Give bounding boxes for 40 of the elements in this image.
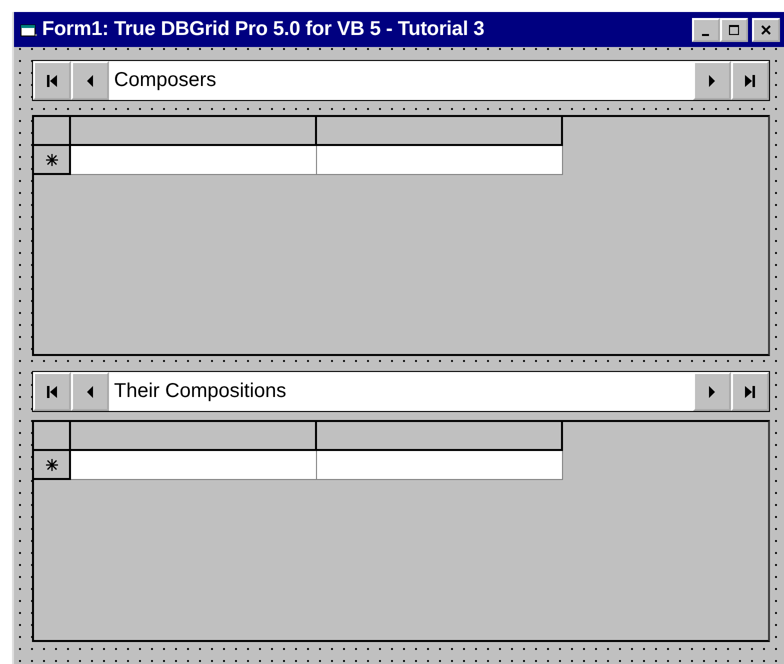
new-row-icon <box>44 458 58 472</box>
previous-record-button[interactable] <box>71 372 109 411</box>
last-record-icon <box>744 384 756 398</box>
last-record-button[interactable] <box>731 372 769 411</box>
maximize-button[interactable] <box>720 18 748 42</box>
form-icon <box>20 22 38 38</box>
close-icon <box>760 24 772 36</box>
table-cell[interactable] <box>71 146 317 175</box>
data-control-caption: Composers <box>113 69 218 92</box>
table-cell[interactable] <box>317 451 563 480</box>
maximize-icon <box>728 24 740 36</box>
next-record-button[interactable] <box>693 61 731 100</box>
record-selector[interactable] <box>34 146 71 175</box>
last-record-button[interactable] <box>731 61 769 100</box>
table-cell[interactable] <box>317 146 563 175</box>
first-record-button[interactable] <box>33 61 71 100</box>
column-header[interactable] <box>317 422 563 451</box>
previous-record-icon <box>85 74 95 88</box>
previous-record-icon <box>85 384 95 398</box>
data-control[interactable]: Their Compositions <box>32 371 770 412</box>
table-cell[interactable] <box>71 451 317 480</box>
next-record-icon <box>707 384 717 398</box>
column-header[interactable] <box>317 117 563 146</box>
last-record-icon <box>744 74 756 88</box>
data-control-caption: Their Compositions <box>113 380 288 403</box>
minimize-icon <box>702 34 709 36</box>
minimize-button[interactable] <box>692 18 720 42</box>
next-record-icon <box>707 74 717 88</box>
column-header[interactable] <box>71 422 317 451</box>
next-record-button[interactable] <box>693 372 731 411</box>
first-record-icon <box>46 74 58 88</box>
first-record-button[interactable] <box>33 372 71 411</box>
new-row-icon <box>44 152 58 166</box>
record-selector[interactable] <box>34 451 71 480</box>
first-record-icon <box>46 384 58 398</box>
data-control[interactable]: Composers <box>32 60 770 101</box>
window-title: Form1: True DBGrid Pro 5.0 for VB 5 - Tutorial 3 <box>42 18 486 41</box>
previous-record-button[interactable] <box>71 61 109 100</box>
column-header[interactable] <box>71 117 317 146</box>
close-button[interactable] <box>752 18 780 42</box>
